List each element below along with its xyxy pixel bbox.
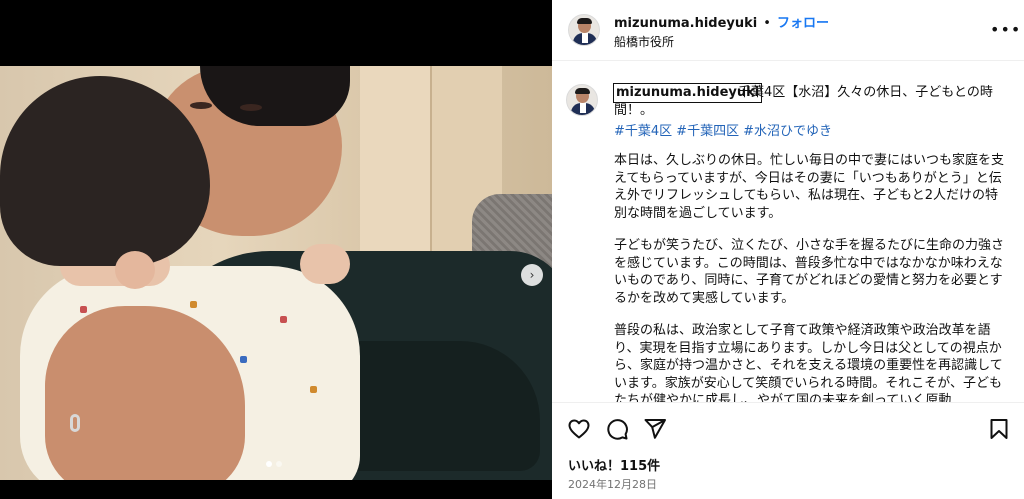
post-header: mizunuma.hideyuki • フォロー 船橋市役所 ••• [552,0,1024,61]
comment-icon[interactable] [605,417,629,441]
header-separator: • [763,16,771,31]
post-panel: mizunuma.hideyuki • フォロー 船橋市役所 ••• 千葉4区【水沼… [552,0,1024,499]
man-eye [190,102,212,109]
header-user-line: mizunuma.hideyuki • フォロー [614,12,829,31]
carousel-dot [276,461,282,467]
baby-hand [300,244,350,284]
avatar-shirt [582,33,588,43]
like-count[interactable]: いいね！115件 [568,455,660,474]
location-link[interactable]: 船橋市役所 [614,33,674,50]
caption-paragraph: 子どもが笑うたび、泣くたび、小さな手を握るたびに生命の力強さを感じています。この… [614,238,1005,306]
avatar-hair [577,18,592,24]
hashtag-link[interactable]: #千葉4区 [614,124,672,139]
hashtag-link[interactable]: #水沼ひでゆき [743,124,832,139]
onesie-pattern [240,356,247,363]
carousel-indicator [266,461,282,467]
post-photo[interactable] [0,66,552,480]
carousel-dot-active [266,461,272,467]
caption-paragraph: 普段の私は、政治家として子育て政策や経済政策や政治改革を語り、実現を目指す立場に… [614,323,1003,402]
caption-area: 千葉4区【水沼】久々の休日、子どもとの時間！。 mizunuma.hideyuk… [552,62,1024,402]
caption-paragraph: 本日は、久しぶりの休日。忙しい毎日の中で妻にはいつも家庭を支えてもらっていますが… [614,153,1005,221]
send-icon[interactable] [643,417,667,441]
hashtag-list: #千葉4区 #千葉四区 #水沼ひでゆき [614,120,836,139]
more-options-icon[interactable]: ••• [990,20,1021,39]
heart-icon[interactable] [567,417,591,441]
onesie-pattern [80,306,87,313]
onesie-pattern [280,316,287,323]
post-date[interactable]: 2024年12月28日 [568,476,657,492]
caption-avatar[interactable] [566,84,598,116]
man-eye [240,104,262,111]
onesie-pattern [190,301,197,308]
wedding-ring [70,414,80,432]
avatar-shirt [580,103,586,113]
header-username[interactable]: mizunuma.hideyuki [614,16,757,31]
follow-button[interactable]: フォロー [777,16,829,31]
baby-ear [115,251,155,289]
next-slide-button[interactable]: › [521,264,543,286]
post-media: › [0,0,552,499]
action-bar [552,402,1024,454]
chevron-right-icon: › [529,268,535,282]
onesie-pattern [310,386,317,393]
avatar-hair [575,88,590,94]
avatar[interactable] [568,14,600,46]
bookmark-icon[interactable] [987,417,1011,441]
caption-username[interactable]: mizunuma.hideyuki [613,83,763,103]
hashtag-link[interactable]: #千葉四区 [676,124,739,139]
